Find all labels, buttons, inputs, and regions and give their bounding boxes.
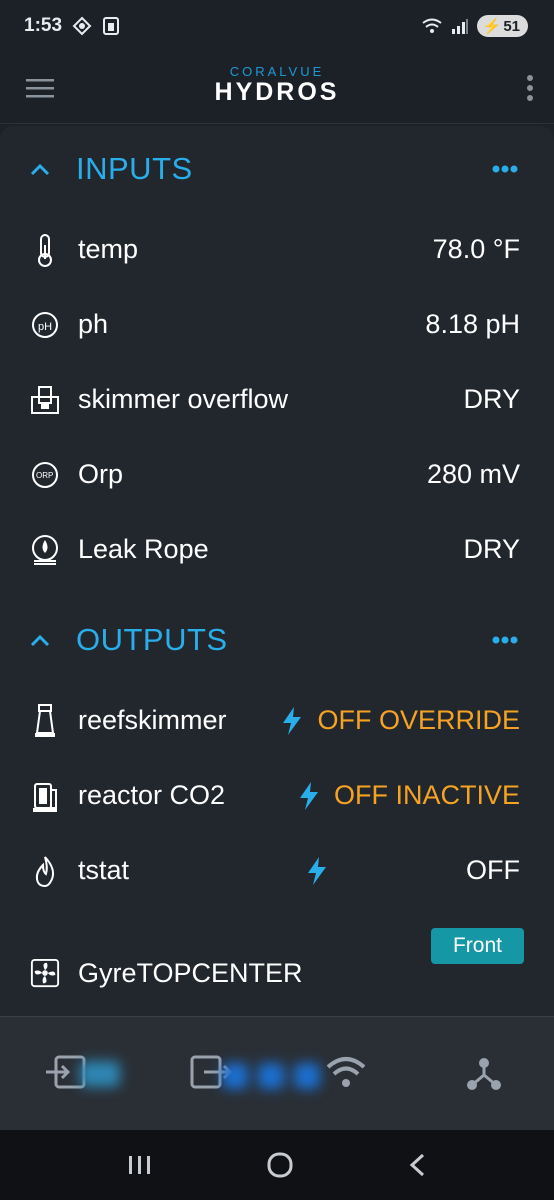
inputs-title: INPUTS bbox=[76, 151, 193, 186]
input-row-temp[interactable]: temp 78.0 °F bbox=[0, 212, 554, 287]
reactor-icon bbox=[30, 779, 60, 813]
battery-badge: ⚡ 51 bbox=[476, 15, 528, 37]
leak-rope-icon bbox=[30, 533, 60, 567]
back-icon[interactable] bbox=[407, 1152, 427, 1178]
bolt-icon[interactable] bbox=[279, 706, 305, 736]
chevron-up-icon[interactable] bbox=[30, 633, 50, 647]
thermometer-icon bbox=[30, 233, 60, 267]
svg-text:ORP: ORP bbox=[36, 471, 53, 480]
output-row-tstat[interactable]: tstat OFF bbox=[0, 833, 554, 908]
outputs-title: OUTPUTS bbox=[76, 622, 228, 657]
svg-text:pH: pH bbox=[38, 321, 52, 333]
sim-icon bbox=[103, 17, 120, 35]
system-nav-bar bbox=[0, 1130, 554, 1200]
output-row-gyre[interactable]: GyreTOPCENTER Front bbox=[0, 908, 554, 988]
signal-icon bbox=[451, 19, 468, 34]
ph-probe-icon: pH bbox=[30, 308, 60, 342]
main-card: INPUTS temp 78.0 °F pH ph 8.18 pH skimme… bbox=[0, 126, 554, 1016]
output-row-reefskimmer[interactable]: reefskimmer OFF OVERRIDE bbox=[0, 683, 554, 758]
home-icon[interactable] bbox=[266, 1151, 294, 1179]
nfc-icon bbox=[72, 16, 92, 36]
bottom-nav bbox=[0, 1016, 554, 1130]
status-bar: 1:53 ⚡ 51 bbox=[0, 0, 554, 52]
nav-network[interactable] bbox=[326, 1055, 366, 1094]
inputs-header[interactable]: INPUTS bbox=[0, 126, 554, 212]
bolt-icon[interactable] bbox=[296, 781, 322, 811]
nav-devices[interactable] bbox=[466, 1055, 502, 1096]
input-row-skimmer-overflow[interactable]: skimmer overflow DRY bbox=[0, 362, 554, 437]
skimmer-icon bbox=[30, 703, 60, 738]
skimmer-overflow-icon bbox=[30, 383, 60, 417]
app-logo: CORALVUE HYDROS bbox=[214, 64, 340, 106]
inputs-more-icon[interactable] bbox=[492, 165, 518, 173]
wifi-status-icon bbox=[422, 18, 442, 33]
outputs-header[interactable]: OUTPUTS bbox=[0, 597, 554, 683]
front-button[interactable]: Front bbox=[430, 928, 524, 964]
wifi-icon bbox=[326, 1057, 366, 1087]
chevron-up-icon[interactable] bbox=[30, 162, 50, 176]
input-row-ph[interactable]: pH ph 8.18 pH bbox=[0, 287, 554, 362]
output-row-reactor-co2[interactable]: reactor CO2 OFF INACTIVE bbox=[0, 758, 554, 833]
recent-apps-icon[interactable] bbox=[127, 1154, 153, 1176]
network-topology-icon bbox=[467, 1058, 501, 1090]
overflow-menu-icon[interactable] bbox=[526, 74, 534, 101]
fan-icon bbox=[30, 956, 60, 990]
outputs-more-icon[interactable] bbox=[492, 636, 518, 644]
app-bar: CORALVUE HYDROS bbox=[0, 52, 554, 124]
clock: 1:53 bbox=[24, 15, 63, 36]
flame-icon bbox=[30, 854, 60, 888]
input-row-leak-rope[interactable]: Leak Rope DRY bbox=[0, 512, 554, 587]
nav-blurred-area-2 bbox=[222, 1063, 320, 1089]
orp-probe-icon: ORP bbox=[30, 458, 60, 492]
menu-icon[interactable] bbox=[26, 77, 54, 99]
bolt-icon[interactable] bbox=[304, 856, 330, 886]
input-row-orp[interactable]: ORP Orp 280 mV bbox=[0, 437, 554, 512]
nav-blurred-area-1 bbox=[80, 1061, 120, 1087]
